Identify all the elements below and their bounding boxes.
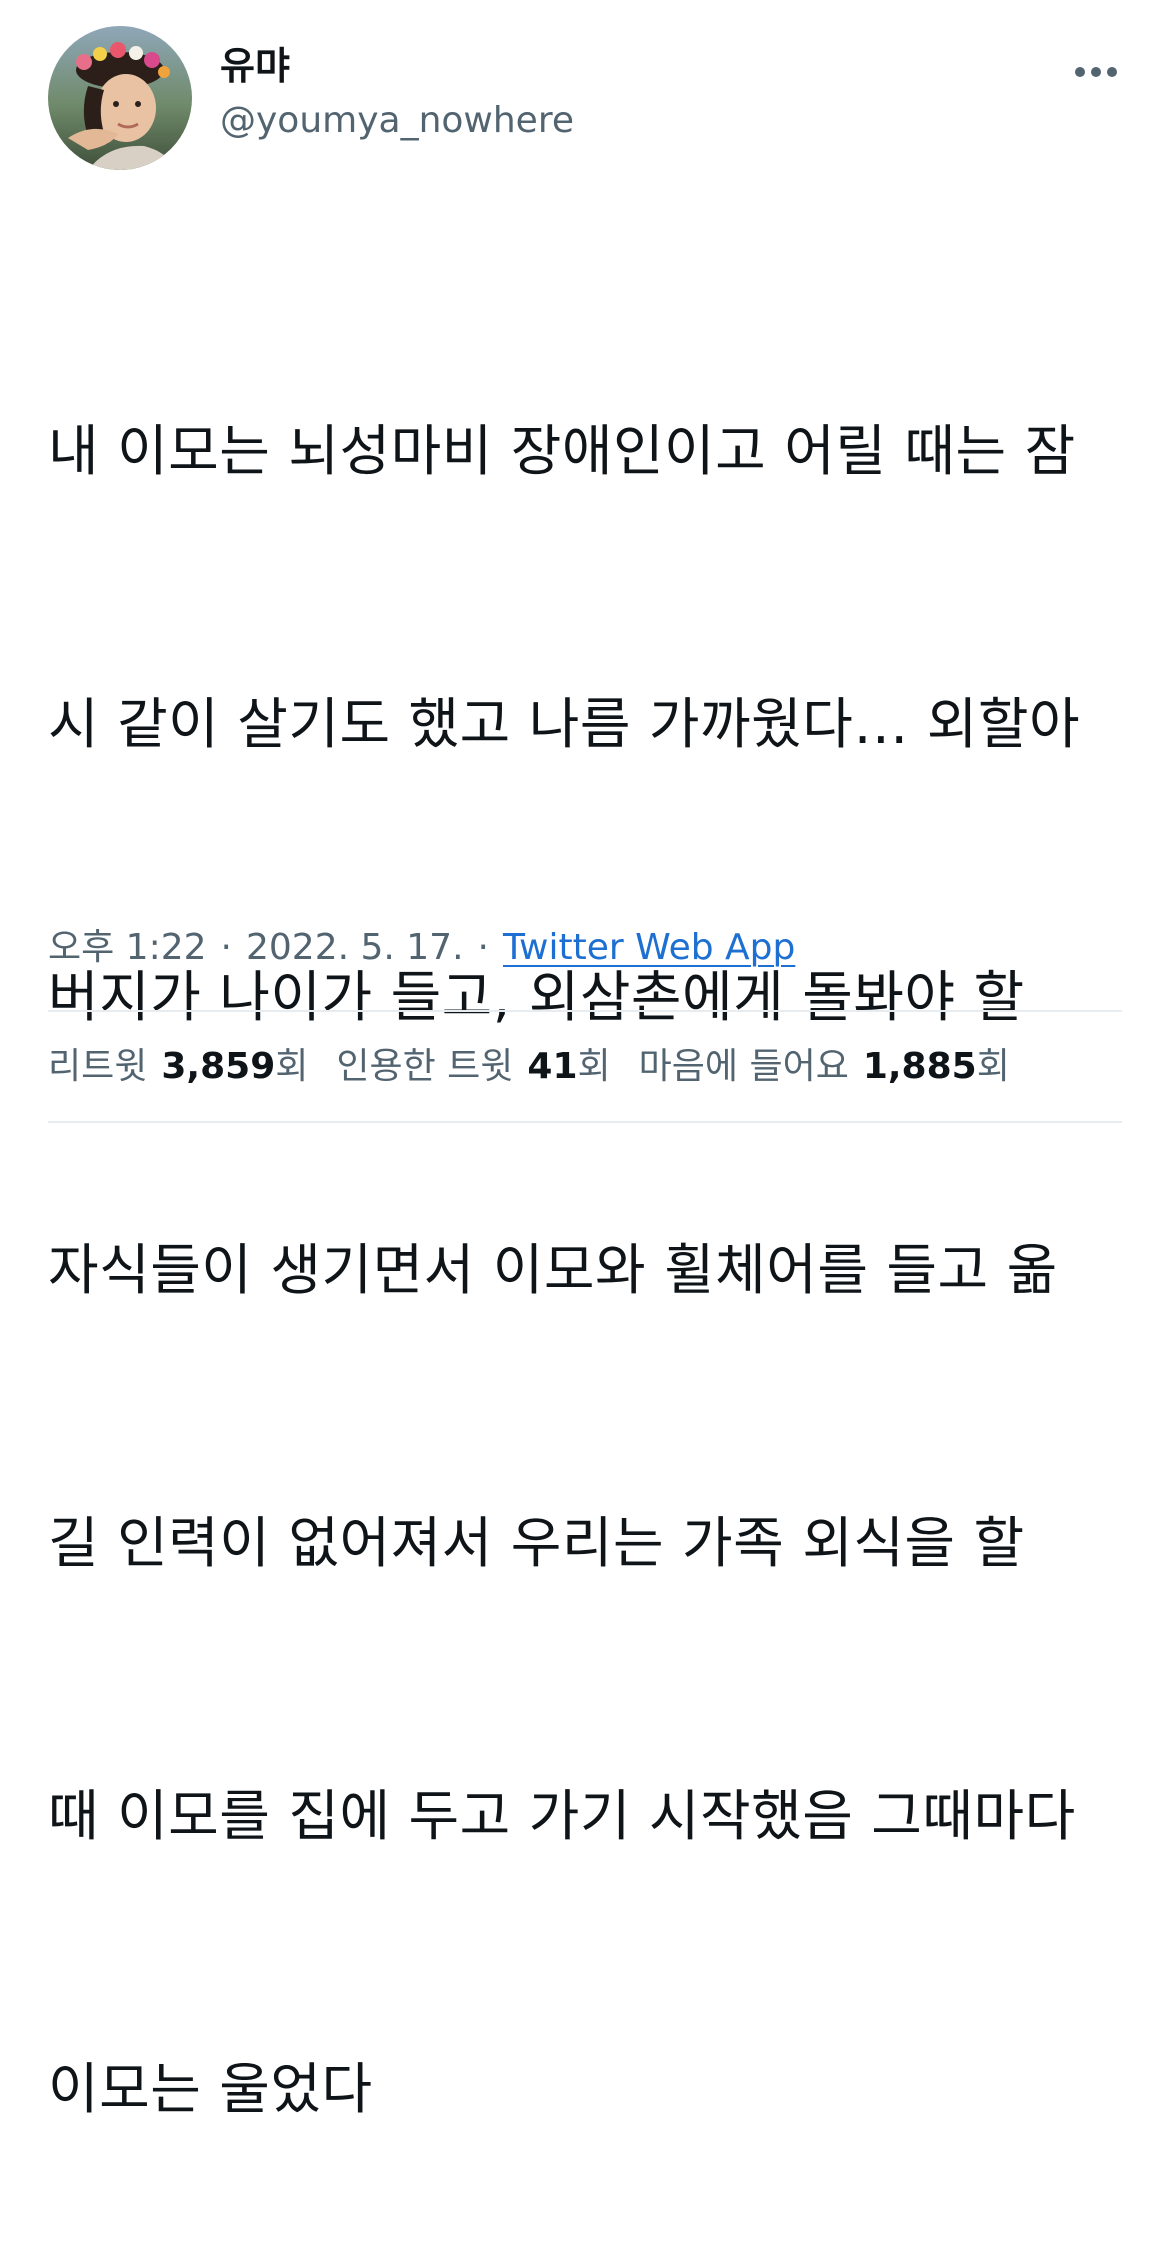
likes-stat[interactable]: 마음에 들어요 1,885 회 [639,1042,1010,1092]
tweet-line: 이모는 울었다 [48,2057,373,2121]
divider [48,1121,1122,1123]
likes-count: 1,885 [862,1046,977,1087]
tweet-line: 길 인력이 없어져서 우리는 가족 외식을 할 [48,1511,1025,1575]
likes-unit: 회 [976,1046,1010,1087]
more-options-button[interactable] [1064,50,1128,94]
display-name[interactable]: 유먀 [220,42,290,90]
tweet-text: 내 이모는 뇌성마비 장애인이고 어릴 때는 잠 시 같이 살기도 했고 나름 … [48,224,1128,2254]
tweet-line: 내 이모는 뇌성마비 장애인이고 어릴 때는 잠 [48,419,1076,483]
retweets-stat[interactable]: 리트윗 3,859 회 [48,1042,308,1092]
likes-label: 마음에 들어요 [638,1046,849,1087]
tweet-time[interactable]: 오후 1:22 [48,922,207,974]
tweet-source-link[interactable]: Twitter Web App [503,922,795,974]
retweets-unit: 회 [275,1046,309,1087]
retweets-label: 리트윗 [48,1046,148,1087]
user-handle[interactable]: @youmya_nowhere [220,98,574,144]
tweet-date[interactable]: 2022. 5. 17. [246,922,464,974]
tweet-detail: 유먀 @youmya_nowhere 내 이모는 뇌성마비 장애인이고 어릴 때… [0,0,1170,2121]
tweet-meta: 오후 1:22 · 2022. 5. 17. · Twitter Web App [48,922,795,974]
tweet-line: 자식들이 생기면서 이모와 휠체어를 들고 옮 [48,1238,1058,1302]
quotes-count: 41 [527,1046,578,1087]
quotes-label: 인용한 트윗 [336,1046,514,1087]
tweet-stats: 리트윗 3,859 회 인용한 트윗 41 회 마음에 들어요 1,885 회 [48,1042,1038,1092]
avatar[interactable] [48,26,192,170]
tweet-line: 때 이모를 집에 두고 가기 시작했음 그때마다 [48,1784,1076,1848]
quotes-unit: 회 [577,1046,611,1087]
quotes-stat[interactable]: 인용한 트윗 41 회 [336,1042,610,1092]
tweet-line: 시 같이 살기도 했고 나름 가까웠다… 외할아 [48,692,1081,756]
divider [48,1010,1122,1012]
more-horizontal-icon [1075,67,1117,77]
meta-separator: · [477,927,489,968]
retweets-count: 3,859 [161,1046,276,1087]
meta-separator: · [220,927,232,968]
